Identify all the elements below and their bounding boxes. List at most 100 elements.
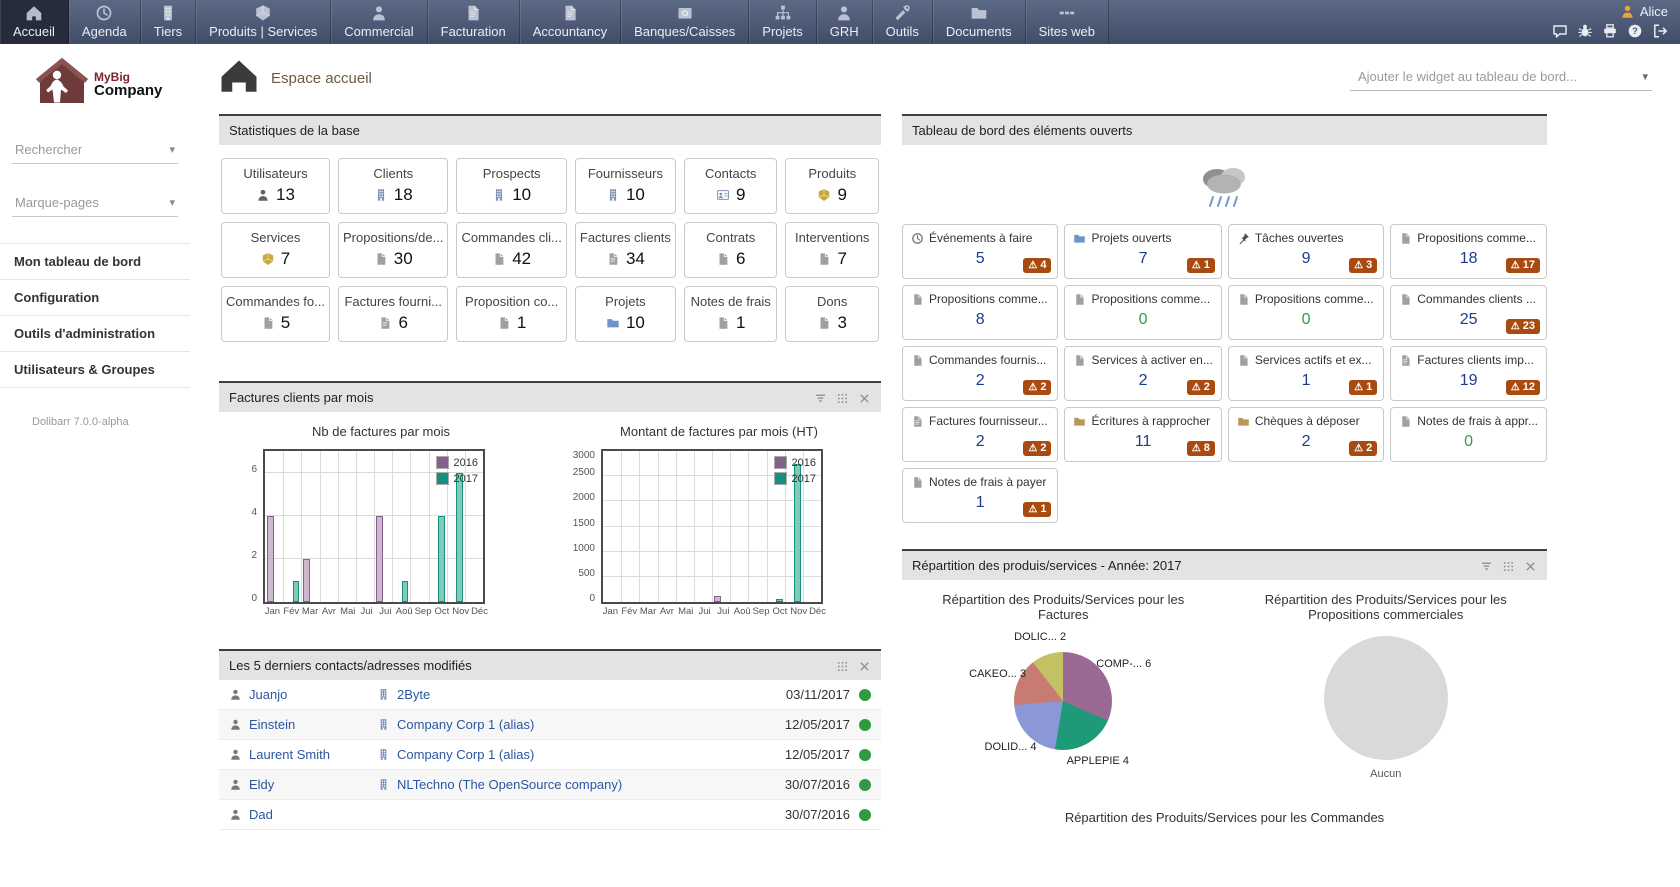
y-tick-label: 0 [589,593,595,604]
x-tick-label: Oct [770,606,789,617]
stat-box-proposition-co[interactable]: Proposition co...1 [456,286,566,342]
sidebar-item-utilisateurs-groupes[interactable]: Utilisateurs & Groupes [0,352,190,388]
add-widget-select[interactable]: Ajouter le widget au tableau de bord... … [1350,65,1652,91]
doc-icon [374,252,388,266]
bug-button[interactable] [1577,22,1593,40]
stat-box-notes-de-frais[interactable]: Notes de frais1 [684,286,778,342]
stat-box-factures-clients[interactable]: Factures clients34 [575,222,676,278]
stat-box-factures-fourni[interactable]: Factures fourni...6 [338,286,448,342]
menu-tab-label: Sites web [1039,24,1095,39]
menu-tab-projets[interactable]: Projets [749,0,816,44]
dash-box-label: Services actifs et ex... [1255,353,1372,367]
contact-name-link[interactable]: Juanjo [249,687,287,702]
close-icon[interactable] [858,390,871,405]
contact-company-link[interactable]: Company Corp 1 (alias) [397,747,534,762]
stat-box-produits[interactable]: Produits9 [785,158,879,214]
drag-handle-icon[interactable] [1502,558,1515,573]
home-icon [219,58,259,98]
filter-icon[interactable] [814,390,827,405]
x-tick-label: Oct [432,606,451,617]
menu-tab-produits-services[interactable]: Produits | Services [196,0,331,44]
user-menu[interactable]: Alice [1620,3,1668,19]
menu-tab-grh[interactable]: GRH [817,0,873,44]
menu-tab-accountancy[interactable]: Accountancy [520,0,621,44]
widget-title: Les 5 derniers contacts/adresses modifié… [229,658,472,673]
doc-icon [1073,354,1086,367]
menu-tab-agenda[interactable]: Agenda [69,0,141,44]
stat-box-utilisateurs[interactable]: Utilisateurs13 [221,158,330,214]
x-tick-label: Mar [301,606,320,617]
dash-box-services-actifs-et-ex-10[interactable]: Services actifs et ex...1⚠1 [1228,346,1384,401]
dash-box-v-nements-faire-0[interactable]: Événements à faire5⚠4 [902,224,1058,279]
chat-button[interactable] [1552,22,1568,40]
sidebar-menu: Mon tableau de bordConfigurationOutils d… [0,243,190,388]
dash-box-propositions-comme-6[interactable]: Propositions comme...0 [1228,285,1384,340]
menu-tab-commercial[interactable]: Commercial [331,0,427,44]
stat-box-propositions-de[interactable]: Propositions/de...30 [338,222,448,278]
invoice-icon [464,4,482,22]
stat-box-commandes-cli[interactable]: Commandes cli...42 [456,222,566,278]
menu-tab-documents[interactable]: Documents [933,0,1026,44]
bookmarks-select[interactable]: Marque-pages ▾ [12,190,178,217]
stat-box-services[interactable]: Services7 [221,222,330,278]
stat-box-commandes-fo[interactable]: Commandes fo...5 [221,286,330,342]
dash-box-propositions-comme-5[interactable]: Propositions comme...0 [1064,285,1221,340]
stat-box-prospects[interactable]: Prospects10 [456,158,566,214]
stat-box-dons[interactable]: Dons3 [785,286,879,342]
menu-tab-tiers[interactable]: Tiers [141,0,196,44]
dash-box-factures-fournisseur-12[interactable]: Factures fournisseur...2⚠2 [902,407,1058,462]
contact-name-link[interactable]: Eldy [249,777,274,792]
contact-company-link[interactable]: 2Byte [397,687,430,702]
invoice-icon [561,4,579,22]
stat-box-projets[interactable]: Projets10 [575,286,676,342]
dash-box-projets-ouverts-1[interactable]: Projets ouverts7⚠1 [1064,224,1221,279]
contact-name-link[interactable]: Laurent Smith [249,747,330,762]
dash-box-services-activer-en-9[interactable]: Services à activer en...2⚠2 [1064,346,1221,401]
dash-box-ch-ques-d-poser-14[interactable]: Chèques à déposer2⚠2 [1228,407,1384,462]
stat-box-interventions[interactable]: Interventions7 [785,222,879,278]
dash-box-propositions-comme-3[interactable]: Propositions comme...18⚠17 [1390,224,1547,279]
help-button[interactable]: ? [1627,22,1643,40]
menu-tab-sites-web[interactable]: Sites web [1026,0,1109,44]
dash-box-factures-clients-imp-11[interactable]: Factures clients imp...19⚠12 [1390,346,1547,401]
doc-icon [1237,293,1250,306]
dash-box-propositions-comme-4[interactable]: Propositions comme...8 [902,285,1058,340]
drag-handle-icon[interactable] [836,390,849,405]
dash-box-commandes-clients-7[interactable]: Commandes clients ...25⚠23 [1390,285,1547,340]
filter-icon[interactable] [1480,558,1493,573]
contact-name-link[interactable]: Einstein [249,717,295,732]
close-icon[interactable] [858,658,871,673]
contact-modified-date: 12/05/2017 [785,747,850,762]
menu-tab-facturation[interactable]: Facturation [428,0,520,44]
menu-tab-outils[interactable]: Outils [873,0,933,44]
close-icon[interactable] [1524,558,1537,573]
stat-label: Factures fourni... [343,294,443,309]
warning-icon: ⚠ [1192,382,1201,393]
contacts-widget: Les 5 derniers contacts/adresses modifié… [219,649,881,830]
menu-tab-accueil[interactable]: Accueil [0,0,69,44]
stat-value: 18 [394,185,413,205]
drag-handle-icon[interactable] [836,658,849,673]
search-input[interactable]: Rechercher ▾ [12,137,178,164]
contact-name-link[interactable]: Dad [249,807,273,822]
sidebar-item-configuration[interactable]: Configuration [0,280,190,316]
menu-tab-banques-caisses[interactable]: Banques/Caisses [621,0,749,44]
stat-box-clients[interactable]: Clients18 [338,158,448,214]
logout-button[interactable] [1652,22,1668,40]
stat-box-contacts[interactable]: Contacts9 [684,158,778,214]
stat-box-contrats[interactable]: Contrats6 [684,222,778,278]
dash-box-label: Factures fournisseur... [929,414,1048,428]
stat-label: Interventions [790,230,874,245]
dash-box-t-ches-ouvertes-2[interactable]: Tâches ouvertes9⚠3 [1228,224,1384,279]
sidebar-item-mon-tableau-de-bord[interactable]: Mon tableau de bord [0,243,190,280]
contact-company-link[interactable]: NLTechno (The OpenSource company) [397,777,622,792]
dash-box-notes-de-frais-payer-16[interactable]: Notes de frais à payer1⚠1 [902,468,1058,523]
contact-company-link[interactable]: Company Corp 1 (alias) [397,717,534,732]
stat-box-fournisseurs[interactable]: Fournisseurs10 [575,158,676,214]
dash-box-commandes-fournis-8[interactable]: Commandes fournis...2⚠2 [902,346,1058,401]
company-logo[interactable]: MyBig Company [36,58,190,111]
dash-box-critures-rapprocher-13[interactable]: Écritures à rapprocher11⚠8 [1064,407,1221,462]
dash-box-notes-de-frais-appr-15[interactable]: Notes de frais à appr...0 [1390,407,1547,462]
print-button[interactable] [1602,22,1618,40]
sidebar-item-outils-d-administration[interactable]: Outils d'administration [0,316,190,352]
